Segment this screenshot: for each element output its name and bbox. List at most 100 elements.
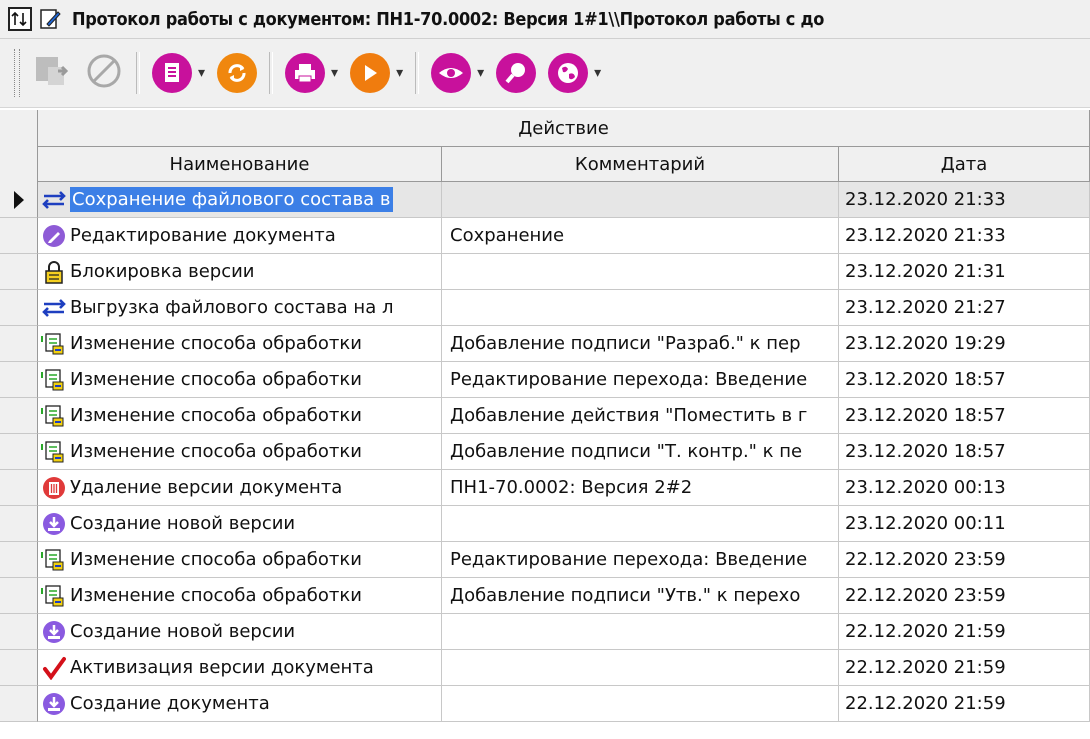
cell-comment[interactable]: Редактирование перехода: Введение xyxy=(442,542,839,578)
action-name: Изменение способа обработки xyxy=(70,585,362,606)
cell-comment[interactable] xyxy=(442,290,839,326)
row-header-cell[interactable] xyxy=(0,686,38,722)
table-row[interactable]: Создание документа 22.12.2020 21:59 xyxy=(0,686,1090,722)
title-bar: Протокол работы с документом: ПН1-70.000… xyxy=(0,0,1090,39)
row-header-cell[interactable] xyxy=(0,506,38,542)
cell-date[interactable]: 23.12.2020 18:57 xyxy=(839,434,1090,470)
open-object-button[interactable] xyxy=(32,51,72,95)
cell-name[interactable]: Изменение способа обработки xyxy=(38,434,442,470)
cell-name[interactable]: Выгрузка файлового состава на л xyxy=(38,290,442,326)
cell-name[interactable]: Блокировка версии xyxy=(38,254,442,290)
cell-comment[interactable] xyxy=(442,506,839,542)
cell-name[interactable]: Создание документа xyxy=(38,686,442,722)
view-button[interactable]: ▾ xyxy=(431,53,484,93)
table-row[interactable]: Блокировка версии 23.12.2020 21:31 xyxy=(0,254,1090,290)
cell-comment[interactable]: Добавление действия "Поместить в г xyxy=(442,398,839,434)
table-row[interactable]: Создание новой версии 22.12.2020 21:59 xyxy=(0,614,1090,650)
cell-date[interactable]: 23.12.2020 21:31 xyxy=(839,254,1090,290)
cell-date[interactable]: 22.12.2020 21:59 xyxy=(839,686,1090,722)
chevron-down-icon[interactable]: ▾ xyxy=(477,65,484,81)
table-row[interactable]: Редактирование документа Сохранение 23.12.… xyxy=(0,218,1090,254)
cell-date[interactable]: 22.12.2020 21:59 xyxy=(839,614,1090,650)
cell-name[interactable]: Сохранение файлового состава в xyxy=(38,182,442,218)
row-header-cell[interactable] xyxy=(0,650,38,686)
action-name: Изменение способа обработки xyxy=(70,405,362,426)
cell-comment[interactable]: Добавление подписи "Разраб." к пер xyxy=(442,326,839,362)
table-row[interactable]: Изменение способа обработки Редактировани… xyxy=(0,362,1090,398)
cell-comment[interactable] xyxy=(442,614,839,650)
cell-comment[interactable] xyxy=(442,254,839,290)
cell-name[interactable]: Изменение способа обработки xyxy=(38,326,442,362)
refresh-button[interactable] xyxy=(217,53,258,93)
cell-comment[interactable]: Добавление подписи "Т. контр." к пе xyxy=(442,434,839,470)
play-button[interactable]: ▾ xyxy=(350,53,403,93)
cell-comment[interactable] xyxy=(442,182,839,218)
row-header-cell[interactable] xyxy=(0,470,38,506)
row-header-cell[interactable] xyxy=(0,362,38,398)
table-row[interactable]: Создание новой версии 23.12.2020 00:11 xyxy=(0,506,1090,542)
row-header-cell[interactable] xyxy=(0,326,38,362)
row-header-cell[interactable] xyxy=(0,578,38,614)
cell-date[interactable]: 23.12.2020 19:29 xyxy=(839,326,1090,362)
cell-comment[interactable]: Сохранение xyxy=(442,218,839,254)
globe-button[interactable]: ▾ xyxy=(548,53,601,93)
row-header-cell[interactable] xyxy=(0,542,38,578)
cell-date[interactable]: 23.12.2020 21:33 xyxy=(839,218,1090,254)
cell-date[interactable]: 23.12.2020 21:33 xyxy=(839,182,1090,218)
search-button[interactable] xyxy=(496,53,537,93)
sort-icon[interactable] xyxy=(8,7,32,31)
table-row[interactable]: Активизация версии документа 22.12.2020 2… xyxy=(0,650,1090,686)
toolbar-grip[interactable] xyxy=(14,49,20,97)
row-header-cell[interactable] xyxy=(0,182,38,218)
table-row[interactable]: Удаление версии документа ПН1-70.0002: Ве… xyxy=(0,470,1090,506)
cell-date[interactable]: 23.12.2020 18:57 xyxy=(839,362,1090,398)
cell-comment[interactable]: Добавление подписи "Утв." к перехо xyxy=(442,578,839,614)
cell-comment[interactable] xyxy=(442,650,839,686)
row-header-cell[interactable] xyxy=(0,218,38,254)
column-header-date[interactable]: Дата xyxy=(839,147,1090,182)
current-row-pointer-icon xyxy=(14,190,24,209)
row-header-cell[interactable] xyxy=(0,434,38,470)
table-row[interactable]: Выгрузка файлового состава на л 23.12.202… xyxy=(0,290,1090,326)
cell-comment[interactable]: Редактирование перехода: Введение xyxy=(442,362,839,398)
chevron-down-icon[interactable]: ▾ xyxy=(396,65,403,81)
cell-name[interactable]: Активизация версии документа xyxy=(38,650,442,686)
cell-date[interactable]: 23.12.2020 18:57 xyxy=(839,398,1090,434)
row-header-cell[interactable] xyxy=(0,290,38,326)
column-header-comment[interactable]: Комментарий xyxy=(442,147,839,182)
cell-name[interactable]: Изменение способа обработки xyxy=(38,362,442,398)
cell-date[interactable]: 23.12.2020 00:11 xyxy=(839,506,1090,542)
cell-name[interactable]: Изменение способа обработки xyxy=(38,542,442,578)
action-name: Редактирование документа xyxy=(70,225,336,246)
table-row[interactable]: Сохранение файлового состава в 23.12.2020… xyxy=(0,182,1090,218)
print-button[interactable]: ▾ xyxy=(285,53,338,93)
cell-date[interactable]: 22.12.2020 23:59 xyxy=(839,578,1090,614)
row-header-cell[interactable] xyxy=(0,254,38,290)
cell-name[interactable]: Редактирование документа xyxy=(38,218,442,254)
table-row[interactable]: Изменение способа обработки Добавление по… xyxy=(0,326,1090,362)
cell-date[interactable]: 23.12.2020 21:27 xyxy=(839,290,1090,326)
action-name: Изменение способа обработки xyxy=(70,441,362,462)
table-row[interactable]: Изменение способа обработки Редактировани… xyxy=(0,542,1090,578)
cell-comment[interactable]: ПН1-70.0002: Версия 2#2 xyxy=(442,470,839,506)
cell-name[interactable]: Изменение способа обработки xyxy=(38,578,442,614)
chevron-down-icon[interactable]: ▾ xyxy=(331,65,338,81)
document-button[interactable]: ▾ xyxy=(152,53,205,93)
cell-name[interactable]: Удаление версии документа xyxy=(38,470,442,506)
cell-date[interactable]: 22.12.2020 23:59 xyxy=(839,542,1090,578)
cell-name[interactable]: Изменение способа обработки xyxy=(38,398,442,434)
table-row[interactable]: Изменение способа обработки Добавление по… xyxy=(0,434,1090,470)
cell-comment[interactable] xyxy=(442,686,839,722)
chevron-down-icon[interactable]: ▾ xyxy=(198,65,205,81)
table-row[interactable]: Изменение способа обработки Добавление по… xyxy=(0,578,1090,614)
cancel-button[interactable] xyxy=(84,51,124,95)
table-row[interactable]: Изменение способа обработки Добавление де… xyxy=(0,398,1090,434)
cell-date[interactable]: 22.12.2020 21:59 xyxy=(839,650,1090,686)
row-header-cell[interactable] xyxy=(0,398,38,434)
row-header-cell[interactable] xyxy=(0,614,38,650)
chevron-down-icon[interactable]: ▾ xyxy=(594,65,601,81)
cell-name[interactable]: Создание новой версии xyxy=(38,506,442,542)
cell-name[interactable]: Создание новой версии xyxy=(38,614,442,650)
cell-date[interactable]: 23.12.2020 00:13 xyxy=(839,470,1090,506)
column-header-name[interactable]: Наименование xyxy=(38,147,442,182)
